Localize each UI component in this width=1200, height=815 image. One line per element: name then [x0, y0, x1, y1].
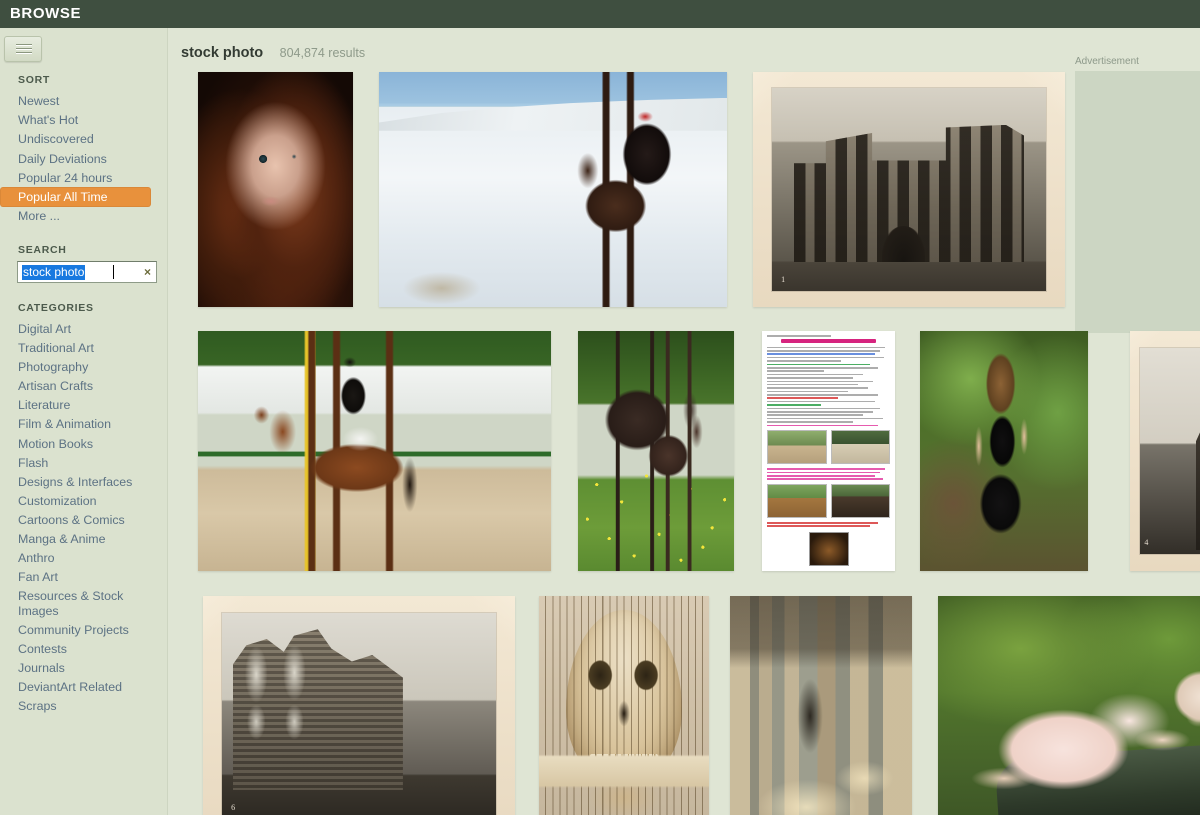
category-item-film-animation[interactable]: Film & Animation: [0, 415, 167, 434]
results-area: stock photo 804,874 results Advertisemen…: [169, 28, 1200, 815]
thumbnail-image: [771, 88, 1047, 291]
search-input[interactable]: stock photo ×: [17, 260, 157, 283]
category-item-designs-interfaces[interactable]: Designs & Interfaces: [0, 472, 167, 491]
clear-search-icon[interactable]: ×: [144, 265, 151, 280]
search-field-wrapper: stock photo ×: [17, 260, 157, 283]
sort-item-newest[interactable]: Newest: [0, 92, 167, 111]
category-item-photography[interactable]: Photography: [0, 358, 167, 377]
category-item-contests[interactable]: Contests: [0, 640, 167, 659]
category-item-artisan-crafts[interactable]: Artisan Crafts: [0, 377, 167, 396]
thumb-mare-and-foal[interactable]: [578, 331, 734, 571]
thumbnail-image: [198, 331, 551, 571]
postcard-number: 6: [231, 803, 236, 812]
thumb-stock-photo-tutorial[interactable]: [762, 331, 895, 571]
sort-item-daily-deviations[interactable]: Daily Deviations: [0, 149, 167, 168]
search-heading: SEARCH: [18, 243, 67, 256]
sort-item-popular-all-time[interactable]: Popular All Time: [0, 187, 151, 207]
sort-heading: SORT: [18, 74, 50, 86]
sort-item-whats-hot[interactable]: What's Hot: [0, 111, 167, 130]
thumb-forest-girl-black-dress[interactable]: [920, 331, 1088, 571]
category-item-deviantart-related[interactable]: DeviantArt Related: [0, 678, 167, 697]
search-input-value: stock photo: [22, 264, 86, 280]
thumbnail-image: [221, 612, 497, 815]
skull-teeth: [590, 754, 658, 786]
advertisement-panel: Advertisement: [1075, 56, 1200, 336]
category-item-resources-stock-images[interactable]: Resources & Stock Images: [0, 587, 167, 621]
sort-item-popular-24-hours[interactable]: Popular 24 hours: [0, 168, 167, 187]
hamburger-menu-button[interactable]: [4, 36, 42, 62]
search-query-label: stock photo: [181, 45, 264, 61]
thumb-colonnade[interactable]: [730, 596, 912, 815]
category-item-literature[interactable]: Literature: [0, 396, 167, 415]
thumbnail-image: [578, 331, 734, 571]
sort-item-undiscovered[interactable]: Undiscovered: [0, 130, 167, 149]
thumbnail-image: [920, 331, 1088, 571]
thumbnail-image: [938, 596, 1200, 815]
category-item-digital-art[interactable]: Digital Art: [0, 320, 167, 339]
thumbnail-image: [198, 72, 353, 307]
categories-list: Digital Art Traditional Art Photography …: [0, 320, 167, 716]
category-item-flash[interactable]: Flash: [0, 453, 167, 472]
hamburger-icon: [16, 44, 32, 56]
thumb-castle-postcard[interactable]: 4: [1130, 331, 1200, 571]
thumbnail-image: [1139, 347, 1200, 555]
category-item-customization[interactable]: Customization: [0, 492, 167, 511]
thumbnail-image: [762, 331, 895, 571]
thumb-sleeping-girl-log[interactable]: [938, 596, 1200, 815]
category-item-motion-books[interactable]: Motion Books: [0, 434, 167, 453]
category-item-journals[interactable]: Journals: [0, 659, 167, 678]
category-item-anthro[interactable]: Anthro: [0, 549, 167, 568]
text-caret: [113, 264, 114, 279]
results-count-label: 804,874 results: [279, 46, 366, 60]
category-item-manga-anime[interactable]: Manga & Anime: [0, 530, 167, 549]
category-item-traditional-art[interactable]: Traditional Art: [0, 339, 167, 358]
thumbnail-image: [539, 596, 709, 815]
thumb-dressage-rider[interactable]: [198, 331, 551, 571]
sidebar: SORT Newest What's Hot Undiscovered Dail…: [0, 28, 168, 815]
thumb-ruins-postcard[interactable]: 6: [203, 596, 515, 815]
results-header: stock photo 804,874 results: [181, 44, 365, 62]
thumb-redhead-portrait[interactable]: [198, 72, 353, 307]
sort-list: Newest What's Hot Undiscovered Daily Dev…: [0, 92, 167, 226]
thumbnail-image: [379, 72, 727, 307]
categories-heading: CATEGORIES: [18, 301, 94, 314]
sort-item-more[interactable]: More ...: [0, 207, 167, 226]
category-item-scraps[interactable]: Scraps: [0, 697, 167, 716]
top-bar: BROWSE: [0, 0, 1200, 28]
category-item-fan-art[interactable]: Fan Art: [0, 568, 167, 587]
thumb-horse-archer-snow[interactable]: [379, 72, 727, 307]
category-item-community-projects[interactable]: Community Projects: [0, 621, 167, 640]
postcard-number: 1: [781, 274, 786, 284]
advertisement-label: Advertisement: [1075, 56, 1139, 67]
advertisement-slot[interactable]: [1075, 71, 1200, 333]
thumbnail-image: [730, 596, 912, 815]
postcard-number: 4: [1144, 538, 1149, 547]
category-item-cartoons-comics[interactable]: Cartoons & Comics: [0, 511, 167, 530]
thumb-porta-nigra-postcard[interactable]: 1: [753, 72, 1065, 307]
browse-brand-label[interactable]: BROWSE: [10, 5, 81, 22]
thumb-human-skull[interactable]: [539, 596, 709, 815]
